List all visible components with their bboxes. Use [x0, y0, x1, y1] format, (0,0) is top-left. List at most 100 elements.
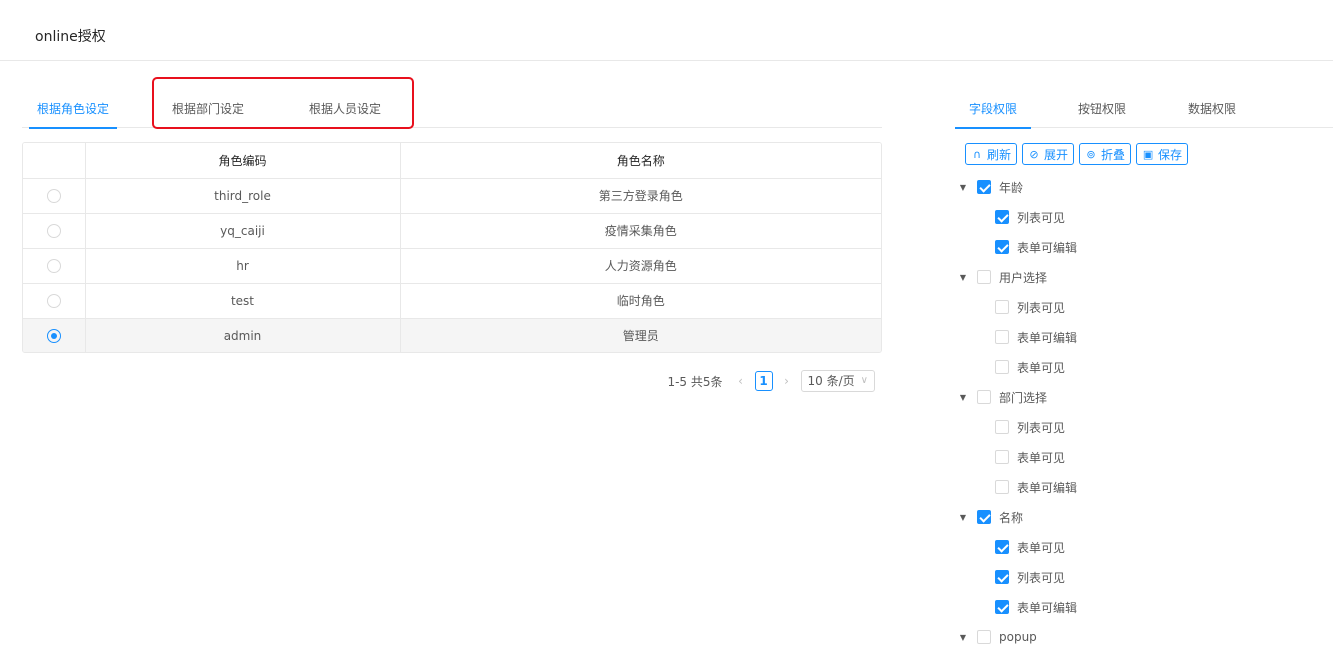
row-radio[interactable] [46, 329, 61, 343]
tree-child-node: 列表可见 [957, 292, 1077, 322]
page-size-label: 10 条/页 [807, 374, 855, 388]
tree-node-label[interactable]: 表单可见 [1017, 449, 1065, 466]
tab-data-permission[interactable]: 数据权限 [1188, 90, 1236, 128]
tree-child-node: 表单可编辑 [957, 592, 1077, 622]
tree-node-label[interactable]: 部门选择 [999, 389, 1047, 406]
tree-parent-node: ▼ 年龄 [957, 172, 1077, 202]
collapse-button[interactable]: ⊚ 折叠 [1079, 143, 1132, 165]
caret-down-icon[interactable]: ▼ [957, 513, 969, 522]
tree-node-label[interactable]: 名称 [999, 509, 1023, 526]
role-code-header: 角色编码 [84, 143, 400, 179]
tree-node-label[interactable]: 表单可编辑 [1017, 599, 1077, 616]
tree-node-label[interactable]: 年龄 [999, 179, 1023, 196]
refresh-icon: ∩ [972, 147, 982, 161]
chevron-down-icon: ∨ [860, 375, 868, 386]
caret-down-icon[interactable]: ▼ [957, 633, 969, 642]
save-label: 保存 [1158, 147, 1183, 162]
tree-child-node: 表单可见 [957, 532, 1077, 562]
tree-node-label[interactable]: 用户选择 [999, 269, 1047, 286]
tab-role-setting[interactable]: 根据角色设定 [28, 90, 118, 129]
table-row[interactable]: admin 管理员 [23, 318, 881, 352]
next-page-icon[interactable]: › [781, 374, 793, 388]
role-name-cell: 管理员 [399, 318, 881, 352]
page-number[interactable]: 1 [754, 371, 773, 391]
tree-checkbox[interactable] [995, 420, 1009, 434]
prev-page-icon[interactable]: ‹ [735, 374, 747, 388]
caret-down-icon[interactable]: ▼ [957, 183, 969, 192]
tree-child-node: 列表可见 [957, 412, 1077, 442]
left-tab-bar: 根据角色设定 根据部门设定 根据人员设定 [22, 90, 882, 129]
tree-checkbox[interactable] [995, 300, 1009, 314]
tree-node-label[interactable]: 列表可见 [1017, 209, 1065, 226]
row-radio[interactable] [46, 258, 61, 273]
save-button[interactable]: ▣ 保存 [1136, 143, 1189, 165]
tree-node-label[interactable]: 列表可见 [1017, 569, 1065, 586]
tree-node-label[interactable]: 表单可见 [1017, 539, 1065, 556]
role-name-cell: 第三方登录角色 [399, 178, 881, 214]
tree-parent-node: ▼ 名称 [957, 502, 1077, 532]
row-select-cell [23, 318, 85, 352]
tree-checkbox[interactable] [995, 600, 1009, 614]
tree-checkbox[interactable] [977, 390, 991, 404]
table-row[interactable]: yq_caiji 疫情采集角色 [23, 213, 881, 249]
role-code-cell: test [84, 283, 400, 319]
tree-checkbox[interactable] [995, 330, 1009, 344]
tree-toolbar: ∩ 刷新 ⊘ 展开 ⊚ 折叠 ▣ 保存 [965, 143, 1189, 165]
tree-checkbox[interactable] [995, 540, 1009, 554]
role-table: 角色编码 角色名称 third_role 第三方登录角色 yq_caiji 疫情采集角… [22, 142, 882, 353]
row-select-cell [23, 248, 85, 284]
tree-parent-node: ▼ popup [957, 622, 1077, 652]
table-header-row: 角色编码 角色名称 [23, 143, 881, 179]
highlight-box [152, 77, 414, 129]
right-tab-bar: 字段权限 按钮权限 数据权限 [954, 90, 1333, 129]
tree-child-node: 表单可编辑 [957, 472, 1077, 502]
caret-down-icon[interactable]: ▼ [957, 273, 969, 282]
tree-node-label[interactable]: popup [999, 630, 1037, 644]
tree-child-node: 表单可编辑 [957, 232, 1077, 262]
refresh-label: 刷新 [987, 147, 1012, 162]
expand-circle-icon: ⊘ [1029, 147, 1039, 161]
row-select-cell [23, 178, 85, 214]
tree-checkbox[interactable] [995, 570, 1009, 584]
table-row[interactable]: test 临时角色 [23, 283, 881, 319]
row-select-cell [23, 213, 85, 249]
row-radio[interactable] [46, 188, 61, 203]
tree-checkbox[interactable] [977, 630, 991, 644]
tree-node-label[interactable]: 表单可见 [1017, 359, 1065, 376]
page-title: online授权 [35, 29, 106, 45]
pagination: 1-5 共5条 ‹ 1 › 10 条/页 ∨ [667, 370, 875, 392]
expand-button[interactable]: ⊘ 展开 [1022, 143, 1075, 165]
role-name-header: 角色名称 [399, 143, 881, 179]
row-select-cell [23, 283, 85, 319]
table-row[interactable]: third_role 第三方登录角色 [23, 178, 881, 214]
tree-checkbox[interactable] [995, 240, 1009, 254]
title-divider [0, 60, 1333, 61]
row-radio[interactable] [46, 223, 61, 238]
refresh-button[interactable]: ∩ 刷新 [965, 143, 1018, 165]
tree-node-label[interactable]: 表单可编辑 [1017, 479, 1077, 496]
tree-checkbox[interactable] [995, 210, 1009, 224]
role-name-cell: 临时角色 [399, 283, 881, 319]
table-row[interactable]: hr 人力资源角色 [23, 248, 881, 284]
tree-node-label[interactable]: 列表可见 [1017, 419, 1065, 436]
role-code-cell: hr [84, 248, 400, 284]
tree-checkbox[interactable] [995, 450, 1009, 464]
role-name-cell: 人力资源角色 [399, 248, 881, 284]
tree-checkbox[interactable] [977, 270, 991, 284]
page-size-select[interactable]: 10 条/页 ∨ [800, 370, 875, 392]
tree-checkbox[interactable] [995, 480, 1009, 494]
caret-down-icon[interactable]: ▼ [957, 393, 969, 402]
tree-checkbox[interactable] [995, 360, 1009, 374]
tab-button-permission[interactable]: 按钮权限 [1078, 90, 1126, 128]
tree-node-label[interactable]: 表单可编辑 [1017, 329, 1077, 346]
role-code-cell: third_role [84, 178, 400, 214]
row-radio[interactable] [46, 293, 61, 308]
tree-child-node: 列表可见 [957, 562, 1077, 592]
tree-checkbox[interactable] [977, 510, 991, 524]
tree-node-label[interactable]: 列表可见 [1017, 299, 1065, 316]
tree-node-label[interactable]: 表单可编辑 [1017, 239, 1077, 256]
tree-child-node: 列表可见 [957, 202, 1077, 232]
select-column-header [23, 143, 85, 179]
tree-checkbox[interactable] [977, 180, 991, 194]
tab-field-permission[interactable]: 字段权限 [954, 90, 1032, 129]
